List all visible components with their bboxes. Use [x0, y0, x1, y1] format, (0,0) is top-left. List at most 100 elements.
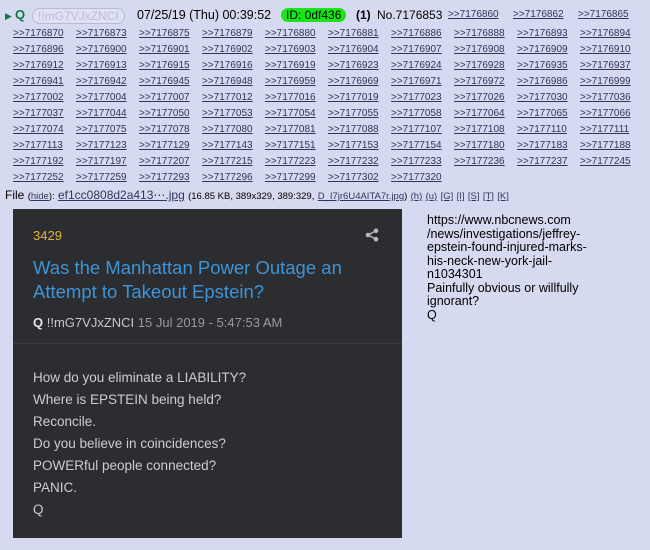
backlink[interactable]: >>7176912	[13, 59, 64, 72]
backlink[interactable]: >>7177154	[391, 139, 442, 152]
backlink[interactable]: >>7176901	[139, 43, 190, 56]
backlink[interactable]: >>7176886	[391, 27, 442, 40]
post-image[interactable]: 3429 Was the Manhattan Power Outage an A…	[13, 209, 402, 538]
backlink[interactable]: >>7177180	[454, 139, 505, 152]
backlink[interactable]: >>7177111	[580, 123, 629, 136]
backlink[interactable]: >>7177183	[517, 139, 568, 152]
post-url-line[interactable]: n1034301	[427, 267, 627, 282]
backlink[interactable]: >>7177019	[328, 91, 379, 104]
backlink[interactable]: >>7176904	[328, 43, 379, 56]
backlink[interactable]: >>7177259	[76, 171, 127, 184]
image-search-karma[interactable]: [K]	[497, 191, 509, 202]
backlink[interactable]: >>7176972	[454, 75, 505, 88]
backlink[interactable]: >>7177129	[139, 139, 190, 152]
backlink[interactable]: >>7177108	[454, 123, 505, 136]
backlink[interactable]: >>7176896	[13, 43, 64, 56]
backlink[interactable]: >>7176908	[454, 43, 505, 56]
backlink[interactable]: >>7177081	[265, 123, 316, 136]
backlink[interactable]: >>7177080	[202, 123, 253, 136]
original-filename-link[interactable]: D_I7jr6U4AITA7r.jpg	[318, 191, 404, 202]
backlink[interactable]: >>7177223	[265, 155, 316, 168]
hide-file-link[interactable]: hide	[31, 191, 49, 202]
image-tool-h[interactable]: (h)	[411, 191, 423, 202]
backlink[interactable]: >>7176907	[391, 43, 442, 56]
backlink[interactable]: >>7177012	[202, 91, 253, 104]
backlink[interactable]: >>7177232	[328, 155, 379, 168]
backlink[interactable]: >>7177299	[265, 171, 316, 184]
backlink[interactable]: >>7177074	[13, 123, 64, 136]
backlink[interactable]: >>7176900	[76, 43, 127, 56]
backlink[interactable]: >>7177197	[76, 155, 127, 168]
backlink[interactable]: >>7176937	[580, 59, 631, 72]
image-search-google[interactable]: [G]	[441, 191, 454, 202]
backlink[interactable]: >>7176910	[580, 43, 631, 56]
backlink[interactable]: >>7176909	[517, 43, 568, 56]
backlink[interactable]: >>7176969	[328, 75, 379, 88]
backlink[interactable]: >>7177030	[517, 91, 568, 104]
backlink[interactable]: >>7176948	[202, 75, 253, 88]
backlink[interactable]: >>7177153	[328, 139, 379, 152]
post-url-line[interactable]: epstein-found-injured-marks-	[427, 240, 627, 255]
backlink[interactable]: >>7177037	[13, 107, 64, 120]
backlink[interactable]: >>7176959	[265, 75, 316, 88]
backlink[interactable]: >>7176928	[454, 59, 505, 72]
backlink[interactable]: >>7177188	[580, 139, 631, 152]
backlink[interactable]: >>7177044	[76, 107, 127, 120]
backlink[interactable]: >>7177026	[454, 91, 505, 104]
post-url-line[interactable]: https://www.nbcnews.com	[427, 213, 627, 228]
image-search-iqdb[interactable]: [I]	[457, 191, 465, 202]
backlink[interactable]: >>7176870	[13, 27, 64, 40]
backlink[interactable]: >>7177050	[139, 107, 190, 120]
backlink[interactable]: >>7177207	[139, 155, 190, 168]
backlink[interactable]: >>7177143	[202, 139, 253, 152]
backlink[interactable]: >>7177066	[580, 107, 631, 120]
backlink[interactable]: >>7176888	[454, 27, 505, 40]
backlink[interactable]: >>7176881	[328, 27, 379, 40]
backlink[interactable]: >>7176999	[580, 75, 631, 88]
backlink[interactable]: >>7176986	[517, 75, 568, 88]
backlink[interactable]: >>7176875	[139, 27, 190, 40]
backlink[interactable]: >>7177293	[139, 171, 190, 184]
backlink[interactable]: >>7176915	[139, 59, 190, 72]
poster-id-badge[interactable]: ID: 0df436	[281, 8, 347, 22]
backlink[interactable]: >>7177236	[454, 155, 505, 168]
image-tool-u[interactable]: (u)	[426, 191, 438, 202]
backlink[interactable]: >>7176913	[76, 59, 127, 72]
backlink[interactable]: >>7177252	[13, 171, 64, 184]
backlink[interactable]: >>7177016	[265, 91, 316, 104]
backlink[interactable]: >>7177151	[265, 139, 316, 152]
backlink[interactable]: >>7176945	[139, 75, 190, 88]
backlink[interactable]: >>7177233	[391, 155, 442, 168]
backlink[interactable]: >>7177064	[454, 107, 505, 120]
backlink[interactable]: >>7176935	[517, 59, 568, 72]
backlink[interactable]: >>7176942	[76, 75, 127, 88]
post-number-link[interactable]: No.7176853	[377, 6, 442, 24]
backlink[interactable]: >>7177320	[391, 171, 442, 184]
backlink[interactable]: >>7177004	[76, 91, 127, 104]
backlink[interactable]: >>7176894	[580, 27, 631, 40]
backlink[interactable]: >>7177054	[265, 107, 316, 120]
reply-link[interactable]: >>7176860	[448, 6, 499, 24]
post-url-line[interactable]: his-neck-new-york-jail-	[427, 254, 627, 269]
backlink[interactable]: >>7177078	[139, 123, 190, 136]
backlink[interactable]: >>7176903	[265, 43, 316, 56]
backlink[interactable]: >>7177302	[328, 171, 379, 184]
backlink[interactable]: >>7177002	[13, 91, 64, 104]
backlink[interactable]: >>7176879	[202, 27, 253, 40]
image-search-tineye[interactable]: [T]	[483, 191, 494, 202]
backlink[interactable]: >>7177123	[76, 139, 127, 152]
reply-link[interactable]: >>7176865	[578, 6, 629, 24]
backlink[interactable]: >>7176902	[202, 43, 253, 56]
reply-link[interactable]: >>7176862	[513, 6, 564, 24]
backlink[interactable]: >>7177075	[76, 123, 127, 136]
backlink[interactable]: >>7177107	[391, 123, 442, 136]
backlink[interactable]: >>7176873	[76, 27, 127, 40]
backlink[interactable]: >>7177053	[202, 107, 253, 120]
backlink[interactable]: >>7177055	[328, 107, 379, 120]
backlink[interactable]: >>7177296	[202, 171, 253, 184]
backlink[interactable]: >>7176880	[265, 27, 316, 40]
backlink[interactable]: >>7177215	[202, 155, 253, 168]
backlink[interactable]: >>7176919	[265, 59, 316, 72]
backlink[interactable]: >>7176923	[328, 59, 379, 72]
backlink[interactable]: >>7176924	[391, 59, 442, 72]
